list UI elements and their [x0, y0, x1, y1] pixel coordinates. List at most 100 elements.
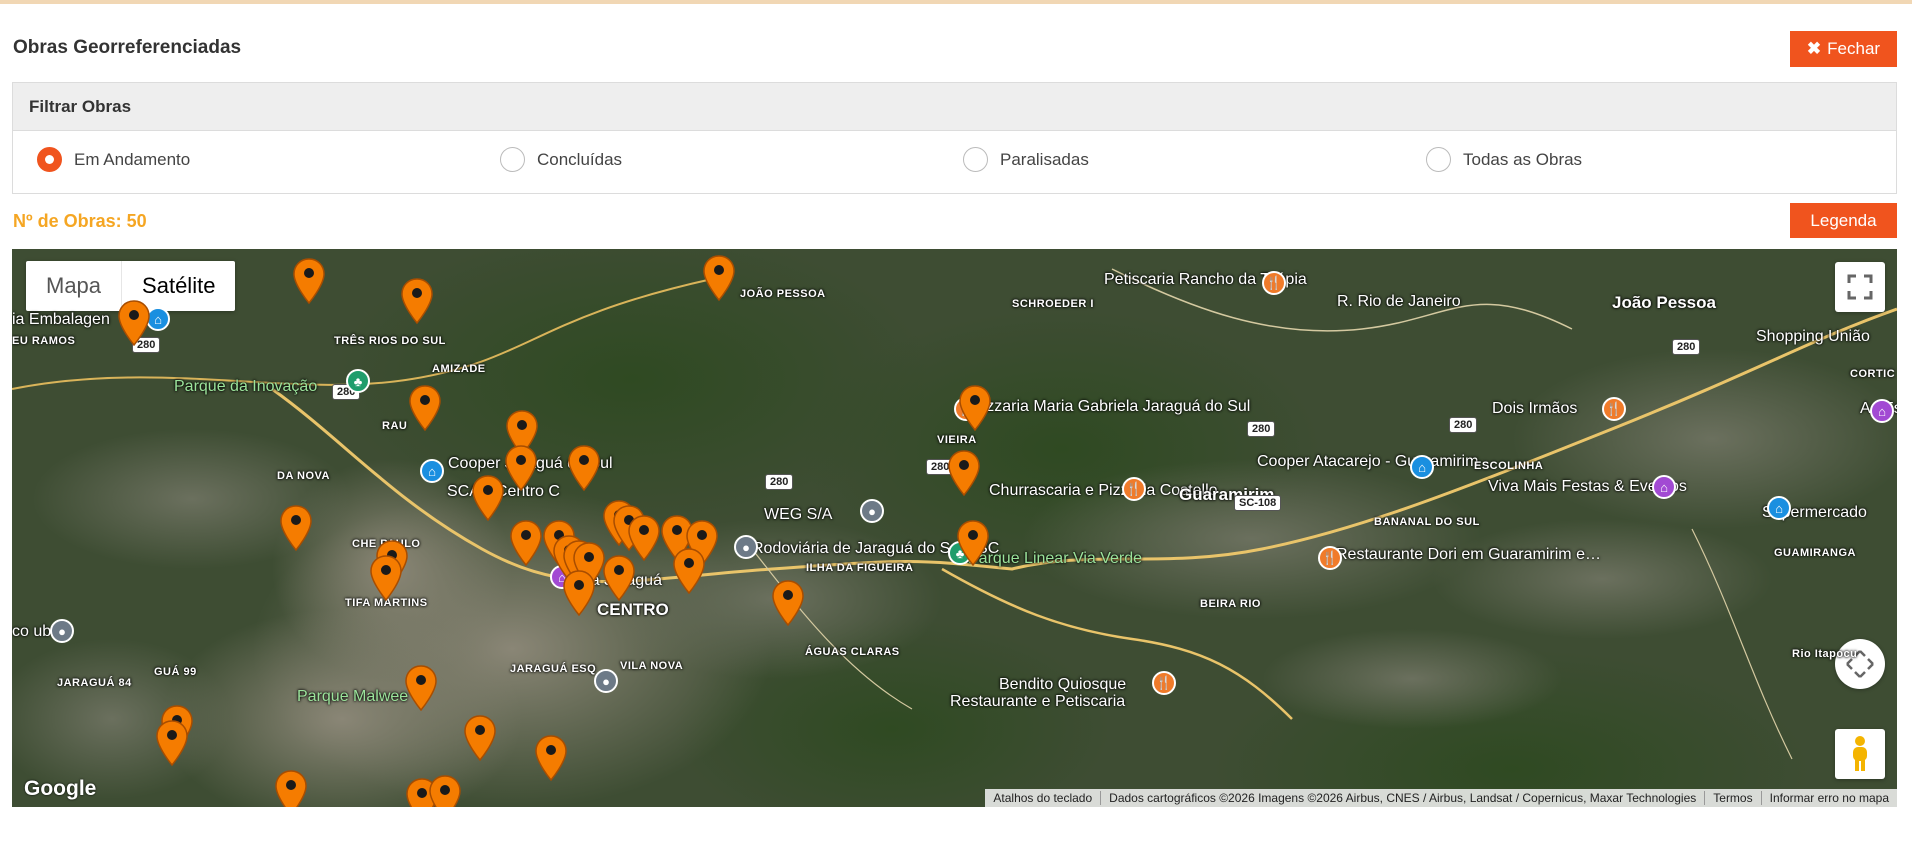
restaurant-icon[interactable]: 🍴 — [1152, 671, 1176, 695]
map-place-label: Pizzaria Maria Gabriela Jaraguá do Sul — [972, 398, 1251, 415]
map-place-label: ESCOLINHA — [1474, 460, 1544, 472]
map-type-mapa[interactable]: Mapa — [26, 261, 121, 311]
work-marker-icon[interactable] — [562, 569, 596, 617]
work-marker-icon[interactable] — [274, 769, 308, 807]
work-marker-icon[interactable] — [279, 504, 313, 552]
map-place-label: ia Embalagen — [12, 311, 110, 328]
restaurant-icon[interactable]: 🍴 — [1262, 271, 1286, 295]
map-place-label: BANANAL DO SUL — [1374, 516, 1480, 528]
map-place-label: DA NOVA — [277, 470, 330, 482]
work-marker-icon[interactable] — [404, 664, 438, 712]
road-shield: 280 — [1672, 339, 1701, 355]
work-marker-icon[interactable] — [155, 719, 189, 767]
radio-paralisadas[interactable]: Paralisadas — [963, 147, 1089, 172]
store-icon[interactable]: ⌂ — [1410, 455, 1434, 479]
map-place-label: Dois Irmãos — [1492, 400, 1578, 417]
map-data-credit: Dados cartográficos ©2026 Imagens ©2026 … — [1100, 791, 1704, 805]
work-marker-icon[interactable] — [117, 299, 151, 347]
google-logo: Google — [24, 777, 97, 800]
work-marker-icon[interactable] — [702, 254, 736, 302]
landmark-icon[interactable]: ● — [860, 499, 884, 523]
work-marker-icon[interactable] — [509, 519, 543, 567]
work-marker-icon[interactable] — [771, 579, 805, 627]
map-place-label: Restaurante e Petiscaria — [950, 693, 1126, 710]
works-count: Nº de Obras: 50 — [13, 211, 147, 232]
radio-label: Concluídas — [537, 149, 623, 169]
page-title: Obras Georreferenciadas — [13, 37, 242, 58]
work-marker-icon[interactable] — [534, 734, 568, 782]
map-place-label: ÁGUAS CLARAS — [805, 646, 900, 658]
map-place-label: ILHA DA FIGUEIRA — [806, 562, 914, 574]
street-view-button[interactable] — [1835, 729, 1885, 779]
map-place-label: Bendito Quiosque — [999, 676, 1127, 693]
map-place-label: Rio Itapocu — [1792, 648, 1858, 660]
work-marker-icon[interactable] — [947, 449, 981, 497]
radio-label: Todas as Obras — [1463, 149, 1583, 169]
map-place-label: João Pessoa — [1612, 293, 1716, 312]
map-place-label: GUÁ 99 — [154, 666, 197, 678]
map-place-label: EU RAMOS — [12, 335, 76, 347]
park-icon[interactable]: ♣ — [346, 369, 370, 393]
map-place-label: JARAGUÁ 84 — [57, 677, 132, 689]
map-place-label: VILA NOVA — [620, 660, 684, 672]
map-place-label: VIEIRA — [937, 434, 977, 446]
map-place-label: RAU — [382, 420, 408, 432]
keyboard-shortcuts-link[interactable]: Atalhos do teclado — [985, 791, 1100, 805]
venue-icon[interactable]: ⌂ — [1652, 475, 1676, 499]
school-icon[interactable]: ● — [594, 669, 618, 693]
work-marker-icon[interactable] — [567, 444, 601, 492]
map-place-label: TRÊS RIOS DO SUL — [334, 335, 446, 347]
filter-panel: Filtrar Obras Em Andamento Concluídas Pa… — [12, 82, 1897, 194]
map-place-label: Parque Malwee — [297, 688, 409, 705]
road-shield: 280 — [1247, 421, 1276, 437]
work-marker-icon[interactable] — [408, 384, 442, 432]
store-icon[interactable]: ⌂ — [420, 459, 444, 483]
map-place-label: CENTRO — [597, 600, 669, 619]
work-marker-icon[interactable] — [471, 474, 505, 522]
work-marker-icon[interactable] — [292, 257, 326, 305]
camera-control-button[interactable] — [1835, 639, 1885, 689]
venue-icon[interactable]: ⌂ — [1870, 399, 1894, 423]
work-marker-icon[interactable] — [956, 519, 990, 567]
restaurant-icon[interactable]: 🍴 — [1122, 477, 1146, 501]
work-marker-icon[interactable] — [672, 547, 706, 595]
store-icon[interactable]: ⌂ — [1767, 496, 1791, 520]
report-error-link[interactable]: Informar erro no mapa — [1760, 791, 1897, 805]
work-marker-icon[interactable] — [400, 277, 434, 325]
work-marker-icon[interactable] — [463, 714, 497, 762]
radio-circle[interactable] — [963, 147, 988, 172]
radio-circle[interactable] — [1426, 147, 1451, 172]
map-place-label: co ub — [12, 623, 52, 640]
work-marker-icon[interactable] — [369, 554, 403, 602]
landmark-icon[interactable]: ● — [734, 535, 758, 559]
restaurant-icon[interactable]: 🍴 — [1602, 397, 1626, 421]
map-place-label: AMIZADE — [432, 363, 486, 375]
radio-em-andamento[interactable]: Em Andamento — [37, 147, 190, 172]
legend-button[interactable]: Legenda — [1790, 203, 1897, 238]
close-button[interactable]: ✖ Fechar — [1790, 31, 1897, 67]
top-accent-bar — [0, 0, 1912, 4]
times-icon: ✖ — [1806, 39, 1822, 58]
map-attribution: Atalhos do teclado Dados cartográficos ©… — [985, 789, 1897, 807]
road-shield: 280 — [1449, 417, 1478, 433]
fullscreen-icon — [1847, 274, 1873, 300]
radio-concluidas[interactable]: Concluídas — [500, 147, 622, 172]
map-place-label: Shopping União — [1756, 328, 1870, 345]
radio-circle[interactable] — [500, 147, 525, 172]
work-marker-icon[interactable] — [602, 554, 636, 602]
works-count-label: Nº de Obras: — [13, 211, 122, 231]
radio-circle[interactable] — [37, 147, 62, 172]
road-shield: 280 — [765, 474, 794, 490]
fullscreen-button[interactable] — [1835, 262, 1885, 312]
landmark-icon[interactable]: ● — [50, 619, 74, 643]
work-marker-icon[interactable] — [504, 444, 538, 492]
filter-options: Em Andamento Concluídas Paralisadas Toda… — [13, 131, 1896, 194]
map-canvas[interactable]: Mapa Satélite Petiscaria Rancho da Tiláp… — [12, 249, 1897, 807]
work-marker-icon[interactable] — [428, 774, 462, 807]
terms-link[interactable]: Termos — [1704, 791, 1760, 805]
radio-todas-as-obras[interactable]: Todas as Obras — [1426, 147, 1582, 172]
restaurant-icon[interactable]: 🍴 — [1318, 546, 1342, 570]
map-place-label: Parque da Inovação — [174, 378, 318, 395]
map-place-label: R. Rio de Janeiro — [1337, 293, 1461, 310]
work-marker-icon[interactable] — [958, 384, 992, 432]
